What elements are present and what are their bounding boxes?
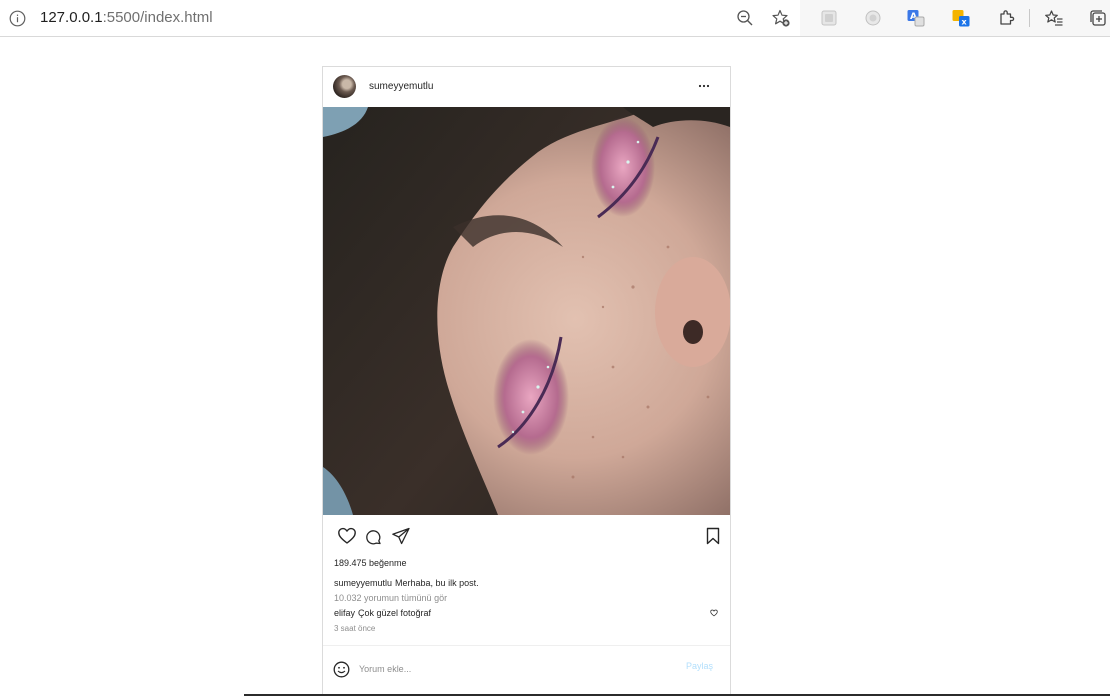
comment-username[interactable]: elifay (334, 608, 355, 618)
translate-icon[interactable]: A (906, 8, 926, 28)
comment-text: Çok güzel fotoğraf (358, 608, 432, 618)
url-host: 127.0.0.1 (40, 9, 103, 26)
address-bar[interactable]: 127.0.0.1:5500/index.html (0, 0, 800, 36)
post-timestamp: 3 saat önce (334, 624, 376, 633)
emoji-icon[interactable] (333, 661, 350, 678)
collections-icon[interactable] (1088, 8, 1108, 28)
svg-text:x: x (962, 18, 968, 27)
add-comment-bar: Paylaş (323, 645, 730, 693)
extensions-puzzle-icon[interactable] (996, 8, 1016, 28)
post-actions (323, 523, 730, 549)
browser-toolbar: 127.0.0.1:5500/index.html A x (0, 0, 1110, 37)
post-photo-face (323, 107, 730, 515)
favorites-icon[interactable] (1044, 8, 1064, 28)
likes-count[interactable]: 189.475 beğenme (334, 558, 407, 568)
caption-text: Merhaba, bu ilk post. (395, 578, 479, 588)
more-horizontal-icon[interactable] (698, 83, 710, 89)
extension-icon-1[interactable] (819, 8, 839, 28)
url-text[interactable]: 127.0.0.1:5500/index.html (40, 9, 213, 27)
avatar[interactable] (333, 75, 356, 98)
post-card: sumeyyemutlu 189.475 beğenme sumeyyemutl… (322, 66, 731, 696)
bookmark-icon[interactable] (703, 526, 723, 546)
post-username[interactable]: sumeyyemutlu (369, 81, 433, 92)
extension-icon-2[interactable] (863, 8, 883, 28)
caption-username[interactable]: sumeyyemutlu (334, 578, 392, 588)
share-comment-button[interactable]: Paylaş (686, 661, 713, 671)
share-icon[interactable] (391, 526, 411, 546)
comment: elifay Çok güzel fotoğraf (334, 608, 431, 618)
comment-icon[interactable] (365, 529, 382, 546)
add-favorite-icon[interactable] (771, 8, 791, 28)
comment-input[interactable] (359, 659, 659, 679)
info-icon[interactable] (9, 10, 26, 27)
post-caption: sumeyyemutlu Merhaba, bu ilk post. (334, 578, 479, 588)
post-image[interactable] (323, 107, 730, 515)
url-path: :5500/index.html (102, 9, 213, 26)
comment-heart-icon[interactable] (710, 609, 718, 617)
translate-x-icon[interactable]: x (951, 8, 971, 28)
post-header: sumeyyemutlu (323, 67, 730, 107)
zoom-out-icon[interactable] (735, 8, 755, 28)
view-all-comments-link[interactable]: 10.032 yorumun tümünü gör (334, 593, 447, 603)
toolbar-separator (1029, 9, 1030, 27)
heart-icon[interactable] (337, 526, 357, 546)
